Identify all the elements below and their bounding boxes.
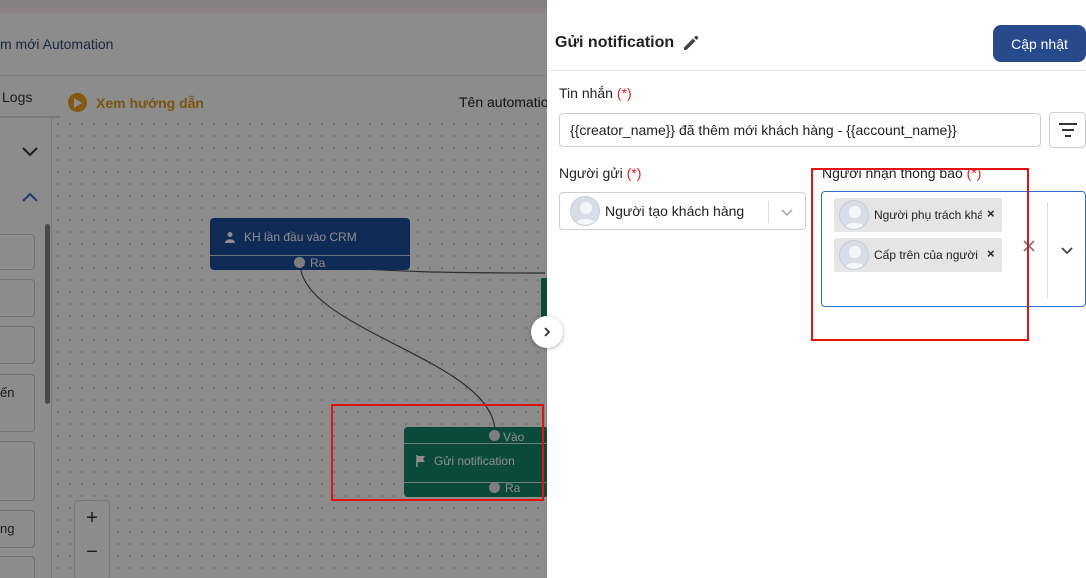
chevron-down-icon[interactable] — [1058, 241, 1076, 259]
sender-value: Người tạo khách hàng — [605, 203, 745, 219]
collapse-drawer-button[interactable] — [531, 316, 563, 348]
sender-select[interactable]: Người tạo khách hàng — [559, 192, 806, 230]
drawer-title: Gửi notification — [555, 34, 675, 51]
filter-icon — [1058, 123, 1077, 137]
chevron-right-icon — [544, 327, 551, 337]
update-button[interactable]: Cập nhật — [993, 25, 1086, 62]
message-input[interactable]: {{creator_name}} đã thêm mới khách hàng … — [559, 113, 1041, 147]
avatar — [570, 196, 600, 226]
highlight-box — [811, 168, 1029, 341]
sender-label: Người gửi (*) — [559, 165, 642, 181]
drawer-header: Gửi notification Cập nhật — [547, 14, 1086, 71]
highlight-box — [331, 404, 544, 501]
message-label: Tin nhắn (*) — [559, 85, 632, 101]
pencil-icon[interactable] — [681, 33, 701, 53]
variable-filter-button[interactable] — [1049, 112, 1086, 148]
chevron-down-icon[interactable] — [778, 203, 796, 221]
